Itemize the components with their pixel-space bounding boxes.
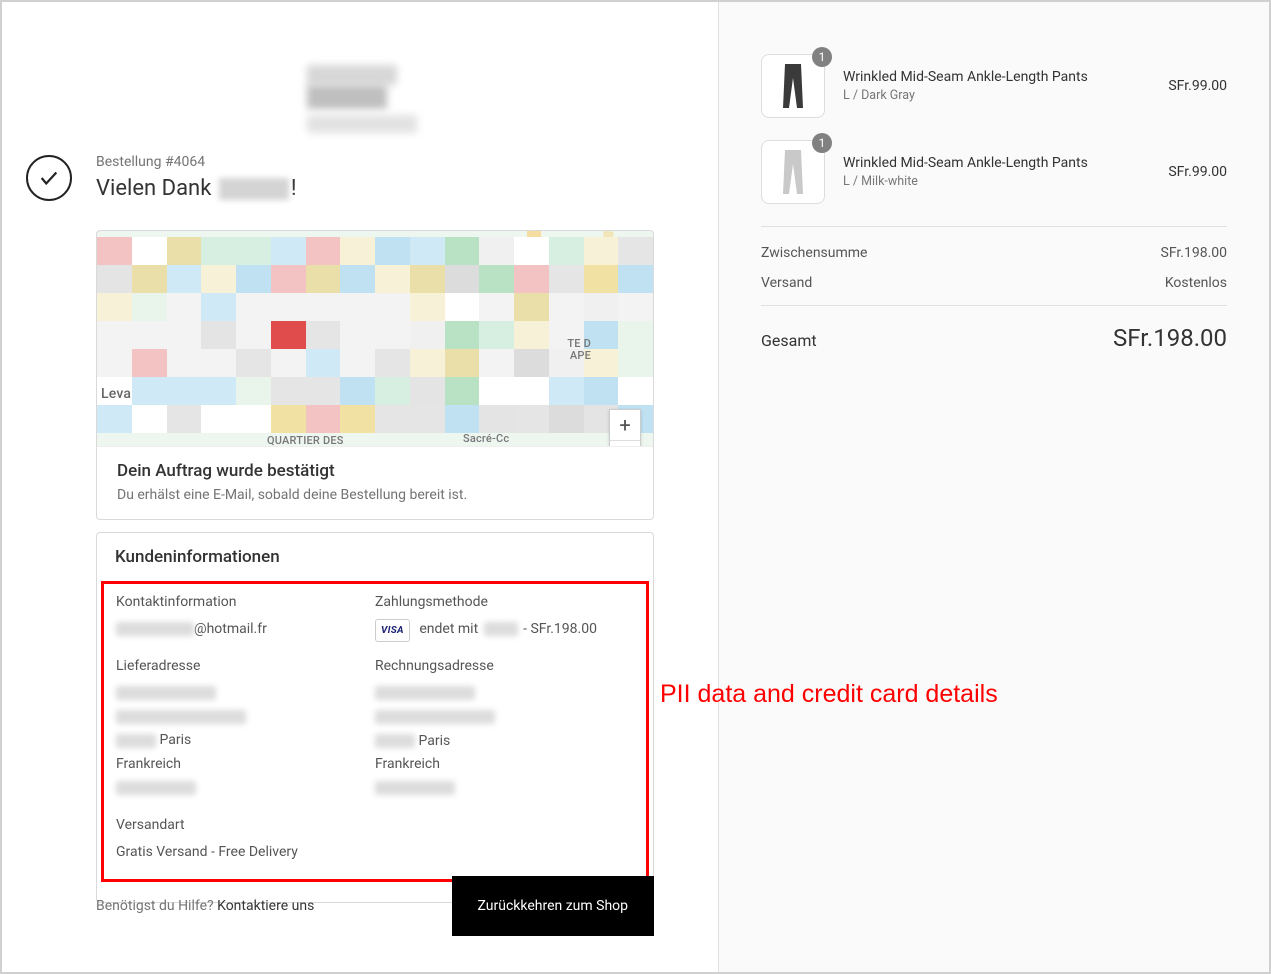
shipping-address: Paris Frankreich	[116, 682, 375, 801]
email-suffix: @hotmail.fr	[194, 621, 267, 637]
subtotal-row: Zwischensumme SFr.198.00	[761, 245, 1227, 261]
subtotal-value: SFr.198.00	[1161, 245, 1228, 261]
map-label-leva: Leva	[101, 386, 131, 402]
order-number: Bestellung #4064	[96, 154, 296, 170]
map-pixelation	[97, 237, 653, 433]
shipping-value: Kostenlos	[1165, 275, 1227, 291]
confirmation-body: Du erhälst eine E-Mail, sobald deine Bes…	[117, 487, 633, 503]
payment-amount: - SFr.198.00	[523, 621, 597, 637]
customer-name-blurred	[219, 178, 289, 200]
line-items: 1 Wrinkled Mid-Seam Ankle-Length Pants L /…	[761, 54, 1227, 204]
main-column: Bestellung #4064 Vielen Dank ! D1 D7 Lev…	[2, 2, 717, 972]
line-item-desc: Wrinkled Mid-Seam Ankle-Length Pants L / …	[843, 69, 1168, 103]
pii-highlight-box: Kontaktinformation @hotmail.fr Lieferadr…	[101, 581, 649, 882]
billing-address-label: Rechnungsadresse	[375, 658, 634, 674]
checkmark-icon	[26, 155, 72, 201]
order-header: Bestellung #4064 Vielen Dank !	[26, 154, 296, 201]
product-thumb: 1	[761, 140, 825, 204]
contact-label: Kontaktinformation	[116, 594, 375, 610]
qty-badge: 1	[812, 47, 832, 67]
need-help-text: Benötigst du Hilfe?	[96, 898, 217, 914]
delivery-map[interactable]: D1 D7 Leva QUARTIER DES Sacré-Cc TE D AP…	[96, 230, 654, 520]
contact-us-link[interactable]: Kontaktiere uns	[217, 898, 314, 914]
bill-country: Frankreich	[375, 756, 440, 772]
ship-city: Paris	[156, 732, 191, 748]
shop-logo-blurred	[307, 64, 487, 114]
product-name: Wrinkled Mid-Seam Ankle-Length Pants	[843, 155, 1168, 171]
zoom-in-button[interactable]: +	[610, 410, 640, 440]
subtotal-label: Zwischensumme	[761, 245, 867, 261]
payment-method: VISA endet mit - SFr.198.00	[375, 618, 634, 642]
total-value: SFr.198.00	[1113, 324, 1227, 352]
confirmation-banner: Dein Auftrag wurde bestätigt Du erhälst …	[97, 446, 653, 519]
grand-total-row: Gesamt SFr.198.00	[761, 324, 1227, 352]
contact-email: @hotmail.fr	[116, 618, 375, 642]
payment-method-label: Zahlungsmethode	[375, 594, 634, 610]
product-variant: L / Dark Gray	[843, 88, 1168, 103]
line-item-price: SFr.99.00	[1168, 164, 1227, 180]
map-label-ape: APE	[570, 349, 591, 362]
thank-prefix: Vielen Dank	[96, 176, 217, 201]
return-to-shop-button[interactable]: Zurückkehren zum Shop	[452, 876, 654, 936]
line-item: 1 Wrinkled Mid-Seam Ankle-Length Pants L /…	[761, 54, 1227, 118]
help-text: Benötigst du Hilfe? Kontaktiere uns	[96, 898, 314, 914]
billing-address: Paris Frankreich	[375, 682, 634, 801]
customer-info-card: Kundeninformationen Kontaktinformation @…	[96, 532, 654, 903]
shipping-label: Versand	[761, 275, 812, 291]
ship-method-value: Gratis Versand - Free Delivery	[116, 841, 375, 865]
thank-suffix: !	[291, 176, 297, 201]
thank-you-line: Vielen Dank !	[96, 176, 296, 201]
product-thumb: 1	[761, 54, 825, 118]
order-summary-column: 1 Wrinkled Mid-Seam Ankle-Length Pants L /…	[718, 2, 1269, 972]
line-item-price: SFr.99.00	[1168, 78, 1227, 94]
map-label-sacre: Sacré-Cc	[463, 432, 509, 445]
qty-badge: 1	[812, 133, 832, 153]
bill-city: Paris	[415, 733, 450, 749]
shipping-address-label: Lieferadresse	[116, 658, 375, 674]
checkout-confirmation-page: Bestellung #4064 Vielen Dank ! D1 D7 Lev…	[0, 0, 1271, 974]
ship-country: Frankreich	[116, 756, 181, 772]
visa-icon: VISA	[375, 619, 410, 642]
line-item: 1 Wrinkled Mid-Seam Ankle-Length Pants L /…	[761, 140, 1227, 204]
product-name: Wrinkled Mid-Seam Ankle-Length Pants	[843, 69, 1168, 85]
product-variant: L / Milk-white	[843, 174, 1168, 189]
ship-method-label: Versandart	[116, 817, 375, 833]
line-item-desc: Wrinkled Mid-Seam Ankle-Length Pants L / …	[843, 155, 1168, 189]
divider	[761, 305, 1227, 306]
confirmation-title: Dein Auftrag wurde bestätigt	[117, 461, 633, 481]
customer-info-heading: Kundeninformationen	[115, 547, 635, 567]
annotation-pii: PII data and credit card details	[660, 680, 998, 709]
payment-ends-text: endet mit	[419, 621, 478, 637]
divider	[761, 226, 1227, 227]
total-label: Gesamt	[761, 331, 817, 350]
shipping-row: Versand Kostenlos	[761, 275, 1227, 291]
footer-row: Benötigst du Hilfe? Kontaktiere uns Zurü…	[96, 876, 654, 936]
